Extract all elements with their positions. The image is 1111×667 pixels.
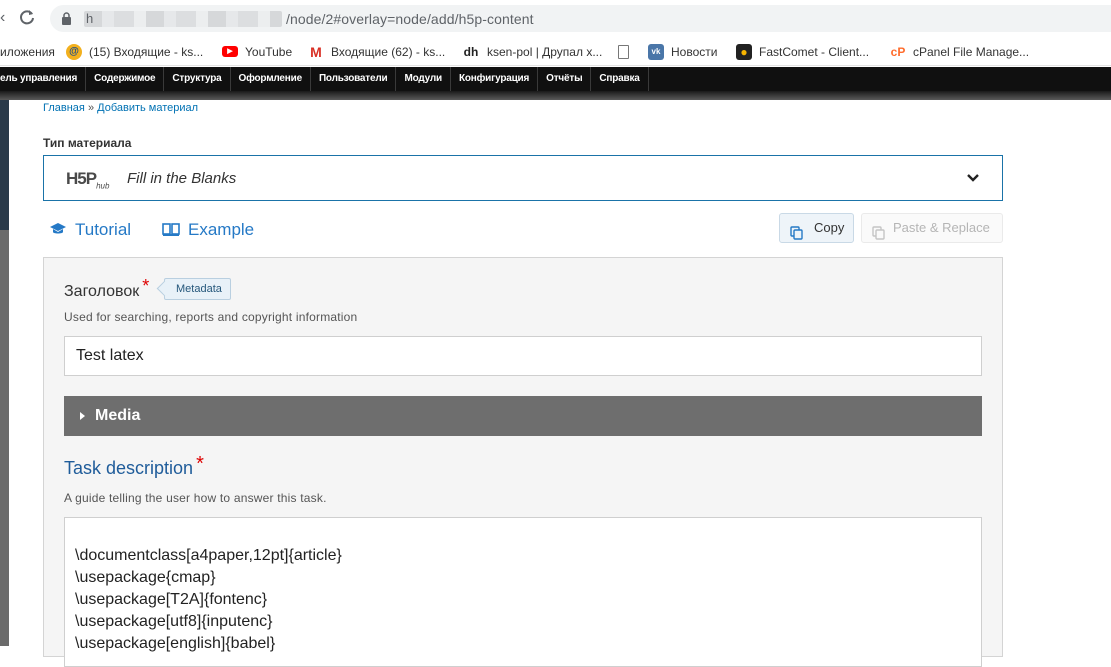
- admin-menu-appearance[interactable]: Оформление: [231, 67, 311, 91]
- title-field-label: Заголовок *: [64, 276, 150, 300]
- admin-menu: ель управления Содержимое Структура Офор…: [0, 67, 1111, 91]
- editor-line: \usepackage[english]{babel}: [75, 635, 276, 652]
- gmail-icon: M: [310, 43, 322, 60]
- bookmarks-bar: иложения @ (15) Входящие - ks... ▶ YouTube…: [0, 37, 1111, 66]
- youtube-icon: ▶: [222, 46, 238, 58]
- graduation-cap-icon: [49, 221, 67, 241]
- breadcrumb: Главная » Добавить материал: [43, 102, 199, 114]
- url-host-initial: h: [86, 11, 94, 26]
- bookmark-cpanel[interactable]: cP cPanel File Manage...: [890, 43, 1029, 61]
- admin-menu-dashboard[interactable]: ель управления: [0, 67, 87, 91]
- metadata-button[interactable]: Metadata: [164, 278, 231, 300]
- copy-icon: [790, 222, 804, 250]
- content-type-label: Тип материала: [43, 136, 132, 150]
- bookmark-youtube[interactable]: ▶ YouTube: [222, 43, 292, 61]
- url-host-redacted: [84, 11, 282, 27]
- lock-icon: [61, 12, 72, 25]
- admin-menu-shadow: [0, 91, 1111, 100]
- admin-menu-people[interactable]: Пользователи: [311, 67, 397, 91]
- task-description-editor[interactable]: \documentclass[a4paper,12pt]{article} \u…: [64, 517, 982, 667]
- paste-icon: [872, 222, 886, 250]
- bookmark-fastcomet[interactable]: ● FastComet - Client...: [736, 43, 869, 61]
- required-mark: *: [196, 453, 204, 475]
- fastcomet-icon: ●: [736, 43, 752, 60]
- dh-icon: dh: [463, 44, 479, 59]
- title-field-description: Used for searching, reports and copyrigh…: [64, 310, 358, 324]
- admin-menu-modules[interactable]: Модули: [396, 67, 451, 91]
- caret-right-icon: [80, 412, 85, 420]
- editor-line: \usepackage[T2A]{fontenc}: [75, 591, 268, 608]
- breadcrumb-home[interactable]: Главная: [43, 102, 85, 114]
- title-input[interactable]: Test latex: [64, 336, 982, 376]
- h5p-editor-form: Заголовок * Metadata Used for searching, …: [43, 257, 1003, 667]
- admin-menu-reports[interactable]: Отчёты: [538, 67, 592, 91]
- url-path: /node/2#overlay=node/add/h5p-content: [286, 11, 534, 27]
- admin-menu-help[interactable]: Справка: [591, 67, 649, 91]
- media-section-toggle[interactable]: Media: [64, 396, 982, 436]
- h5p-hub-selector[interactable]: H5Phub Fill in the Blanks: [43, 155, 1003, 201]
- bookmark-page[interactable]: [618, 43, 636, 61]
- admin-menu-structure[interactable]: Структура: [164, 67, 231, 91]
- bookmark-ksen-pol[interactable]: dh ksen-pol | Друпал х...: [462, 43, 603, 61]
- page-icon: [618, 44, 629, 59]
- admin-menu-configuration[interactable]: Конфигурация: [451, 67, 539, 91]
- overlay-content: Главная » Добавить материал Тип материал…: [9, 100, 1111, 667]
- bookmark-inbox-mailru[interactable]: @ (15) Входящие - ks...: [66, 43, 203, 61]
- h5p-hub-logo: H5Phub: [66, 169, 110, 191]
- cpanel-icon: cP: [890, 44, 906, 59]
- book-icon: [162, 221, 180, 241]
- bookmark-apps[interactable]: иложения: [0, 43, 55, 61]
- address-bar[interactable]: h /node/2#overlay=node/add/h5p-content: [50, 5, 1111, 32]
- reload-icon[interactable]: [18, 8, 38, 28]
- bookmark-vk-news[interactable]: vk Новости: [648, 43, 717, 61]
- editor-line: \documentclass[a4paper,12pt]{article}: [75, 547, 342, 564]
- admin-menu-content[interactable]: Содержимое: [86, 67, 165, 91]
- chevron-down-icon[interactable]: [966, 171, 980, 185]
- bookmark-gmail[interactable]: M Входящие (62) - ks...: [308, 43, 445, 61]
- required-mark: *: [142, 276, 150, 296]
- breadcrumb-current[interactable]: Добавить материал: [97, 102, 198, 114]
- copy-button[interactable]: Copy: [779, 213, 854, 243]
- example-link[interactable]: Example: [162, 220, 254, 241]
- browser-toolbar: ‹ h /node/2#overlay=node/add/h5p-content: [0, 0, 1111, 37]
- editor-line: \usepackage{cmap}: [75, 569, 216, 586]
- task-description-label: Task description *: [64, 453, 204, 478]
- task-description-help: A guide telling the user how to answer t…: [64, 491, 327, 505]
- overlay-background: [0, 100, 9, 646]
- mail-at-icon: @: [66, 43, 82, 60]
- vk-icon: vk: [648, 43, 664, 60]
- back-icon[interactable]: ‹: [0, 8, 8, 28]
- selected-content-type: Fill in the Blanks: [127, 170, 237, 187]
- editor-line: \usepackage[utf8]{inputenc}: [75, 613, 273, 630]
- paste-replace-button[interactable]: Paste & Replace: [861, 213, 1003, 243]
- tutorial-link[interactable]: Tutorial: [49, 220, 131, 241]
